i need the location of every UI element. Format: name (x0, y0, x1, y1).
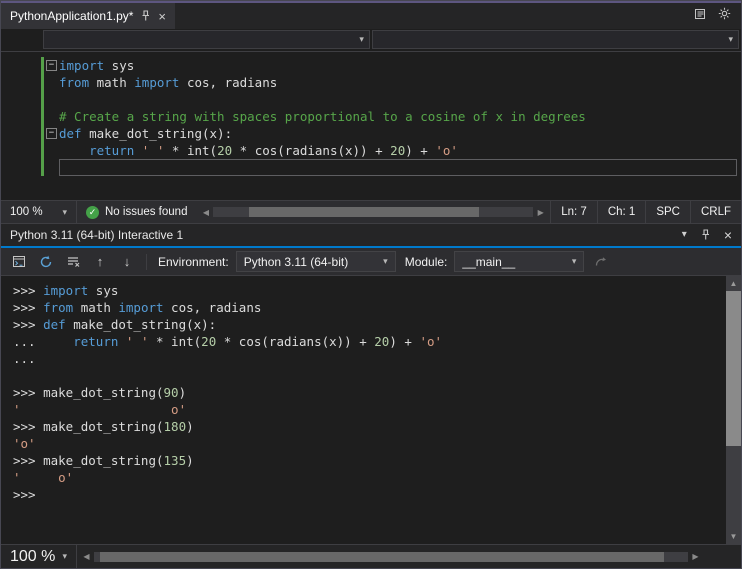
interactive-toolbar: ↑ ↓ Environment: Python 3.11 (64-bit) ▾ … (1, 248, 741, 276)
chevron-down-icon: ▾ (571, 256, 577, 266)
console-line[interactable]: >>> make_dot_string(180) (13, 418, 726, 435)
chevron-down-icon: ▾ (359, 34, 364, 44)
code-line[interactable]: − import sys (1, 57, 741, 74)
console-line[interactable]: >>> import sys (13, 282, 726, 299)
chevron-down-icon: ▾ (62, 551, 67, 561)
zoom-level: 100 % (10, 547, 56, 565)
scroll-left-icon[interactable]: ◀ (80, 552, 93, 561)
console-horizontal-scrollbar[interactable]: ◀ ▶ (77, 545, 705, 568)
reset-icon[interactable] (36, 252, 56, 272)
fold-collapse-icon[interactable]: − (46, 128, 57, 139)
editor-navigation-bar: ▾ ▾ (1, 29, 741, 52)
code-line[interactable]: − def make_dot_string(x): (1, 125, 741, 142)
console-line[interactable]: >>> make_dot_string(90) (13, 384, 726, 401)
code-line[interactable] (1, 159, 741, 176)
environment-label: Environment: (158, 254, 229, 269)
window-list-icon[interactable] (694, 7, 706, 25)
scroll-left-icon[interactable]: ◀ (199, 208, 212, 217)
console-line[interactable]: >>> make_dot_string(135) (13, 452, 726, 469)
console-vertical-scrollbar[interactable]: ▲ ▼ (726, 276, 741, 544)
document-tab-bar: PythonApplication1.py* × (1, 3, 741, 29)
pin-icon[interactable] (140, 10, 151, 22)
editor-horizontal-scrollbar[interactable]: ◀ ▶ (196, 201, 550, 223)
vs-window: PythonApplication1.py* × ▾ ▾ − import sy… (0, 0, 742, 569)
console-line[interactable]: 'o' (13, 435, 726, 452)
console-line[interactable]: ... return ' ' * int(20 * cos(radians(x)… (13, 333, 726, 350)
scroll-up-icon[interactable]: ▲ (726, 276, 741, 291)
code-line[interactable]: # Create a string with spaces proportion… (1, 108, 741, 125)
pin-icon[interactable] (700, 229, 711, 241)
toolbar-separator (146, 253, 147, 270)
module-dropdown[interactable]: __main__ ▾ (454, 251, 585, 272)
scrollbar-corner (705, 545, 741, 568)
tab-pythonapplication1[interactable]: PythonApplication1.py* × (1, 3, 176, 29)
interactive-main: >>> import sys >>> from math import cos, … (1, 276, 741, 544)
issues-indicator[interactable]: ✓ No issues found (77, 205, 196, 219)
console-line[interactable]: >>> (13, 486, 726, 503)
scrollbar-thumb[interactable] (99, 551, 665, 562)
chevron-down-icon: ▾ (383, 256, 388, 266)
close-icon[interactable]: × (724, 228, 732, 242)
interactive-window-titlebar[interactable]: Python 3.11 (64-bit) Interactive 1 ▾ × (1, 223, 741, 248)
interactive-titlebar-controls: ▾ × (682, 228, 732, 242)
module-label: Module: (404, 254, 448, 269)
code-editor[interactable]: − import sys from math import cos, radians… (1, 52, 741, 200)
status-line-ending: CRLF (689, 201, 741, 223)
close-icon[interactable]: × (158, 10, 166, 23)
scroll-down-icon[interactable]: ▼ (726, 529, 741, 544)
environment-dropdown[interactable]: Python 3.11 (64-bit) ▾ (235, 251, 396, 272)
status-line-number: Ln: 7 (550, 201, 597, 223)
zoom-control[interactable]: 100 % ▾ (1, 201, 77, 223)
status-column: Ch: 1 (596, 201, 646, 223)
scrollbar-track[interactable] (94, 551, 688, 562)
history-next-icon[interactable]: ↓ (117, 252, 137, 272)
zoom-level: 100 % (10, 206, 43, 218)
issues-text: No issues found (105, 206, 188, 218)
scrollbar-track[interactable] (726, 291, 741, 529)
console-line[interactable]: ... (13, 350, 726, 367)
scroll-right-icon[interactable]: ▶ (534, 208, 547, 217)
scroll-right-icon[interactable]: ▶ (689, 552, 702, 561)
fold-collapse-icon[interactable]: − (46, 60, 57, 71)
module-value: __main__ (462, 254, 516, 269)
tab-title: PythonApplication1.py* (10, 9, 134, 23)
code-line[interactable]: from math import cos, radians (1, 74, 741, 91)
status-spaces: SPC (645, 201, 690, 223)
interactive-window-title: Python 3.11 (64-bit) Interactive 1 (10, 228, 184, 242)
editor-status-bar: 100 % ▾ ✓ No issues found ◀ ▶ Ln: 7 Ch: … (1, 200, 741, 223)
scrollbar-thumb[interactable] (248, 207, 479, 217)
code-line[interactable]: return ' ' * int(20 * cos(radians(x)) + … (1, 142, 741, 159)
code-line[interactable] (1, 91, 741, 108)
navbar-project-dropdown[interactable]: ▾ (43, 30, 370, 49)
console-line[interactable]: >>> def make_dot_string(x): (13, 316, 726, 333)
interactive-window-icon[interactable] (9, 252, 29, 272)
scrollbar-thumb[interactable] (726, 291, 741, 446)
interactive-console[interactable]: >>> import sys >>> from math import cos, … (1, 276, 726, 544)
console-line[interactable]: >>> from math import cos, radians (13, 299, 726, 316)
scrollbar-track[interactable] (213, 207, 534, 217)
check-icon: ✓ (86, 205, 99, 219)
navbar-member-dropdown[interactable]: ▾ (371, 30, 739, 49)
console-line[interactable]: ' o' (13, 401, 726, 418)
console-line[interactable]: ' o' (13, 469, 726, 486)
clear-screen-icon[interactable] (63, 252, 83, 272)
interactive-status-bar: 100 % ▾ ◀ ▶ (1, 544, 741, 568)
chevron-down-icon: ▾ (62, 206, 67, 217)
window-menu-chevron-icon[interactable]: ▾ (682, 230, 687, 240)
settings-gear-icon[interactable] (718, 7, 731, 25)
zoom-control[interactable]: 100 % ▾ (1, 545, 77, 568)
redo-icon[interactable] (591, 252, 611, 272)
chevron-down-icon: ▾ (728, 34, 733, 44)
tab-bar-controls (684, 3, 741, 29)
history-previous-icon[interactable]: ↑ (90, 252, 110, 272)
environment-value: Python 3.11 (64-bit) (243, 254, 349, 269)
console-line[interactable] (13, 367, 726, 384)
